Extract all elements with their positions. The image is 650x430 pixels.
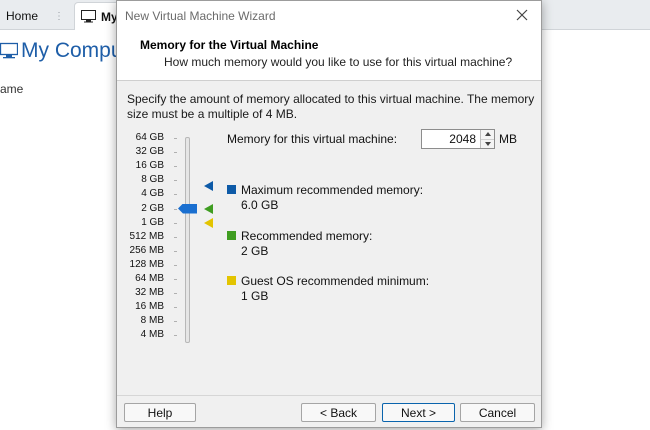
cancel-button[interactable]: Cancel: [460, 403, 535, 422]
scale-tick-mark: [174, 250, 177, 252]
memory-stepper: [421, 129, 495, 149]
recommended-swatch: [227, 231, 236, 240]
tab-separator-icon: ⋮: [54, 11, 64, 22]
page-title: My Compu: [0, 36, 123, 66]
wizard-header: Memory for the Virtual Machine How much …: [117, 31, 541, 81]
memory-scale: 64 GB 32 GB 16 GB 8 GB 4 GB 2 GB 1 GB 512 MB 256…: [117, 131, 227, 351]
tab-home[interactable]: Home ⋮: [0, 2, 68, 30]
scale-tick-label: 32 MB: [135, 287, 164, 299]
guest-os-minimum-swatch: [227, 276, 236, 285]
recommended-label: Recommended memory:: [241, 229, 373, 243]
max-recommended-label: Maximum recommended memory:: [241, 183, 424, 197]
memory-slider-track[interactable]: [185, 137, 190, 343]
next-button[interactable]: Next >: [382, 403, 455, 422]
scale-tick-label: 4 MB: [140, 329, 164, 341]
scale-tick-label: 8 GB: [141, 174, 164, 186]
scale-tick-mark: [174, 194, 177, 196]
scale-tick-mark: [174, 180, 177, 182]
legend-recommended: Recommended memory: 2 GB: [227, 229, 487, 261]
scale-tick-label: 256 MB: [129, 244, 164, 256]
scale-tick-mark: [174, 166, 177, 168]
scale-tick-mark: [174, 236, 177, 238]
scale-tick-label: 32 GB: [135, 146, 164, 158]
memory-input[interactable]: [422, 130, 480, 148]
memory-unit: MB: [499, 132, 517, 146]
footer-divider: [117, 395, 541, 396]
recommended-value: 2 GB: [241, 244, 269, 258]
scale-tick-label: 64 MB: [135, 273, 164, 284]
memory-description: Specify the amount of memory allocated t…: [127, 92, 535, 121]
dialog-titlebar: New Virtual Machine Wizard: [117, 1, 541, 31]
back-button[interactable]: < Back: [301, 403, 376, 422]
scale-tick-label: 1 GB: [141, 216, 164, 228]
help-button[interactable]: Help: [124, 403, 196, 422]
scale-tick-mark: [174, 307, 177, 309]
scale-tick-mark: [174, 222, 177, 224]
memory-slider-thumb[interactable]: [178, 203, 197, 214]
arrow-up-icon: [484, 132, 491, 137]
scale-tick-mark: [174, 152, 177, 154]
arrow-down-icon: [484, 141, 491, 146]
scale-tick-mark: [174, 293, 177, 295]
max-recommended-value: 6.0 GB: [241, 198, 279, 212]
memory-field-label: Memory for this virtual machine:: [227, 132, 398, 146]
page-title-label: My Compu: [21, 39, 123, 62]
computer-icon: [81, 10, 96, 23]
scale-tick-mark: [174, 279, 177, 280]
column-header-name[interactable]: ame: [0, 82, 23, 96]
home-icon: [0, 16, 1, 17]
scale-tick-mark: [174, 138, 177, 139]
max-recommended-swatch: [227, 185, 236, 194]
scale-tick-label: 64 GB: [135, 132, 164, 143]
scale-tick-label: 8 MB: [140, 315, 164, 327]
scale-tick-mark: [174, 208, 177, 210]
close-icon[interactable]: [513, 6, 531, 24]
scale-tick-label: 2 GB: [141, 202, 164, 214]
scale-tick-label: 512 MB: [129, 230, 164, 242]
guest-os-minimum-label: Guest OS recommended minimum:: [241, 274, 430, 288]
memory-increment-button[interactable]: [481, 130, 494, 139]
scale-tick-mark: [174, 321, 177, 323]
scale-tick-mark: [174, 335, 177, 337]
scale-tick-label: 4 GB: [141, 188, 164, 200]
wizard-step-title: Memory for the Virtual Machine: [140, 38, 319, 52]
memory-spin-buttons: [480, 130, 494, 148]
legend-guest-os-minimum: Guest OS recommended minimum: 1 GB: [227, 274, 487, 306]
legend-max-recommended: Maximum recommended memory: 6.0 GB: [227, 183, 487, 215]
scale-tick-mark: [174, 264, 177, 266]
wizard-step-subtitle: How much memory would you like to use fo…: [164, 55, 513, 69]
guest-os-minimum-marker-icon: [204, 217, 213, 228]
computer-icon: [0, 42, 18, 59]
recommended-marker-icon: [204, 203, 213, 214]
scale-tick-label: 16 MB: [135, 301, 164, 313]
scale-tick-label: 16 GB: [135, 160, 164, 172]
tab-home-label: Home: [6, 9, 39, 23]
max-recommended-marker-icon: [204, 181, 213, 192]
guest-os-minimum-value: 1 GB: [241, 289, 269, 303]
new-vm-wizard-dialog: New Virtual Machine Wizard Memory for th…: [116, 0, 542, 428]
memory-decrement-button[interactable]: [481, 138, 494, 148]
scale-tick-label: 128 MB: [129, 258, 164, 270]
dialog-title: New Virtual Machine Wizard: [125, 9, 276, 23]
